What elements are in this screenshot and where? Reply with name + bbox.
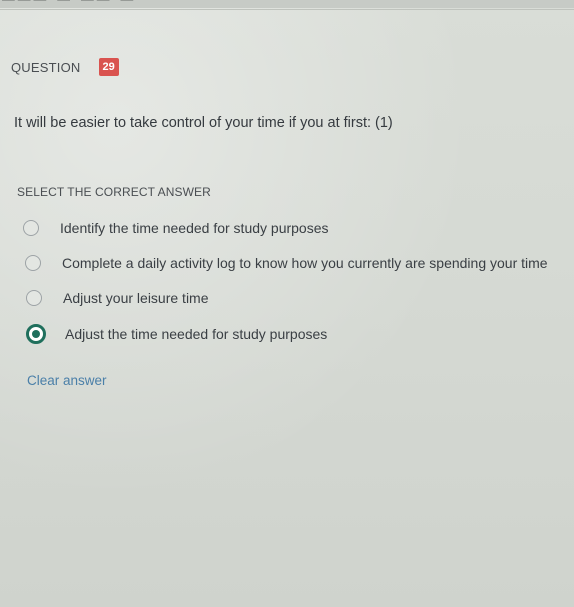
answer-option-2[interactable]: Complete a daily activity log to know ho… — [25, 255, 548, 271]
answer-option-label: Identify the time needed for study purpo… — [60, 220, 329, 236]
answer-option-label: Adjust the time needed for study purpose… — [65, 326, 328, 342]
clear-answer-link[interactable]: Clear answer — [27, 373, 107, 388]
answer-option-label: Complete a daily activity log to know ho… — [62, 255, 548, 271]
answer-option-label: Adjust your leisure time — [63, 290, 209, 306]
question-number-badge: 29 — [98, 58, 119, 76]
answer-option-3[interactable]: Adjust your leisure time — [26, 290, 209, 306]
header-divider — [0, 9, 574, 10]
radio-button[interactable] — [26, 290, 42, 306]
radio-button[interactable] — [25, 255, 41, 271]
radio-button[interactable] — [23, 220, 39, 236]
answer-option-1[interactable]: Identify the time needed for study purpo… — [23, 220, 329, 236]
answer-instruction: SELECT THE CORRECT ANSWER — [17, 185, 211, 199]
answer-option-4[interactable]: Adjust the time needed for study purpose… — [26, 324, 327, 344]
question-label: QUESTION — [11, 59, 81, 75]
radio-selected-dot — [32, 330, 40, 338]
radio-button-selected[interactable] — [26, 324, 46, 344]
question-header: QUESTION 29 — [11, 58, 119, 76]
question-text: It will be easier to take control of you… — [14, 115, 393, 131]
top-cut-off-header: ▀▀▀ ▀ ▀▀ ▀ — [0, 0, 574, 8]
cut-off-text: ▀▀▀ ▀ ▀▀ ▀ — [2, 0, 136, 8]
